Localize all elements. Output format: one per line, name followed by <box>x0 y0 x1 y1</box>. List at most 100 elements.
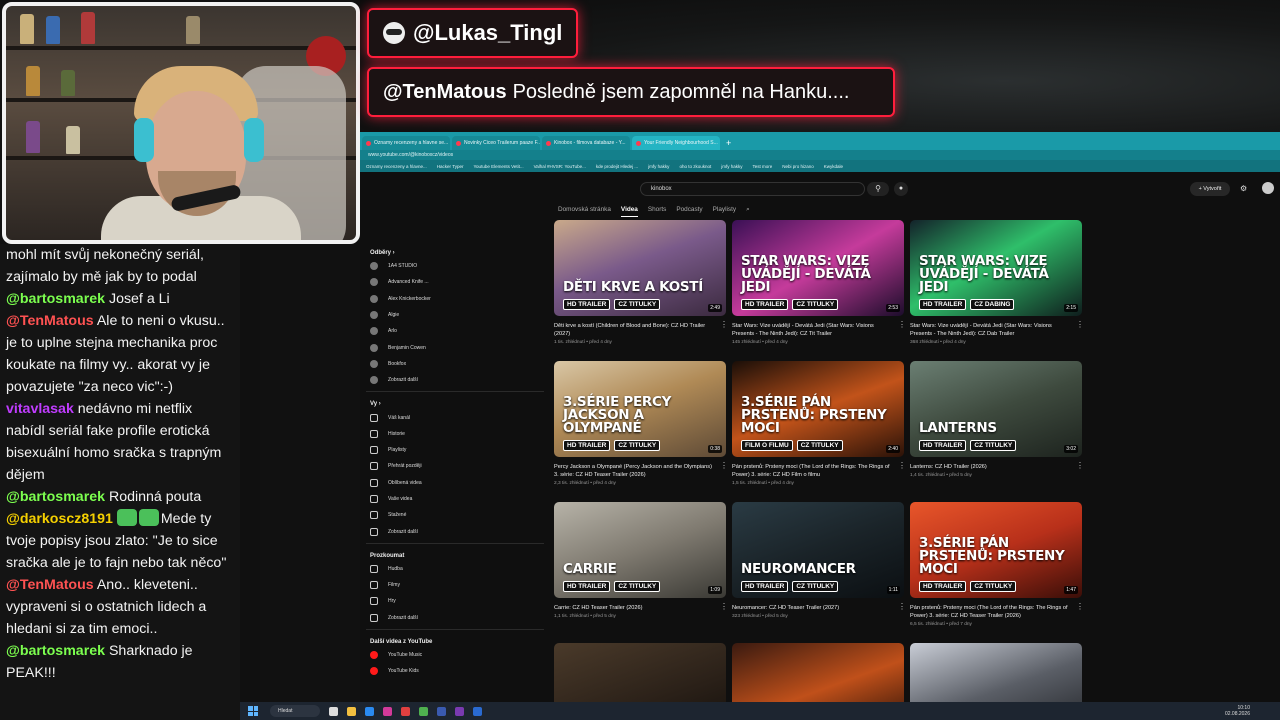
more-options-icon[interactable]: ⋮ <box>720 461 728 470</box>
tab-domovskstrnka[interactable]: Domovská stránka <box>558 206 611 217</box>
app-icon[interactable] <box>401 706 410 716</box>
bookmark-item[interactable]: Kwykdale <box>824 164 843 169</box>
sidebar-item[interactable]: YouTube Kids <box>360 663 550 679</box>
video-title[interactable]: Lanterns: CZ HD Trailer (2026) <box>910 463 1070 471</box>
video-card[interactable] <box>732 643 904 702</box>
video-thumbnail[interactable]: 3.SÉRIE PÁN PRSTENŮ: PRSTENY MOCI HD TRAI… <box>910 502 1082 598</box>
browser-tab[interactable]: Novinky Ciceo Trailerum paaze F... <box>452 136 540 150</box>
video-thumbnail[interactable]: 3.SÉRIE PÁN PRSTENŮ: PRSTENY MOCI FILM O … <box>732 361 904 457</box>
video-title[interactable]: Carrie: CZ HD Teaser Trailer (2026) <box>554 604 714 612</box>
search-button[interactable]: ⚲ <box>867 182 889 196</box>
video-thumbnail[interactable]: EBENEZER: <box>910 643 1082 702</box>
windows-start-icon[interactable] <box>248 706 258 716</box>
sidebar-section-heading[interactable]: Odběry › <box>360 244 550 258</box>
sidebar-item[interactable]: Zobrazit další <box>360 372 550 388</box>
bookmark-item[interactable]: Valhal #HVSR: YouTube... <box>534 164 586 169</box>
video-thumbnail[interactable]: STAR WARS: VIZE UVÁDĚJÍ - DEVÁTÁ JEDI HD … <box>732 220 904 316</box>
bookmark-item[interactable]: kde prodejit Hledej ... <box>596 164 638 169</box>
video-card[interactable]: 3.SÉRIE PERCY JACKSON A OLYMPANÉ HD TRAIL… <box>554 361 728 486</box>
bookmark-item[interactable]: jmfy hakky <box>648 164 669 169</box>
browser-tab[interactable]: Kinobox - filmova databaze - Y... <box>542 136 630 150</box>
video-title[interactable]: Děti krve a kostí (Children of Blood and… <box>554 322 714 338</box>
chat-username[interactable]: @TenMatous <box>6 313 94 329</box>
sidebar-item[interactable]: Arlo <box>360 323 550 339</box>
account-avatar[interactable] <box>1262 182 1274 194</box>
search-input[interactable]: kinobox <box>640 182 865 196</box>
sidebar-section-heading[interactable]: Další videa z YouTube <box>360 633 550 647</box>
sidebar-item[interactable]: Vaše videa <box>360 491 550 507</box>
more-options-icon[interactable]: ⋮ <box>720 320 728 329</box>
video-thumbnail[interactable]: LANTERNS HD TRAILER CZ TITULKY 3:02 <box>910 361 1082 457</box>
new-tab-button[interactable]: + <box>726 136 731 150</box>
video-card[interactable]: STAR WARS: VIZE UVÁDĚJÍ - DEVÁTÁ JEDI HD … <box>732 220 906 345</box>
sidebar-section-heading[interactable]: Prozkoumat <box>360 547 550 561</box>
video-thumbnail[interactable]: 3.SÉRIE PERCY JACKSON A OLYMPANÉ HD TRAIL… <box>554 361 726 457</box>
chat-username[interactable]: vitavlasak <box>6 401 74 417</box>
voice-search-icon[interactable]: ● <box>894 182 908 196</box>
tab-shorts[interactable]: Shorts <box>648 206 666 217</box>
more-options-icon[interactable]: ⋮ <box>720 602 728 611</box>
chat-username[interactable]: @bartosmarek <box>6 643 105 659</box>
taskbar-search[interactable]: Hledat <box>270 705 320 717</box>
tab-playlisty[interactable]: Playlisty <box>713 206 736 217</box>
video-card[interactable]: 3.SÉRIE PÁN PRSTENŮ: PRSTENY MOCI FILM O … <box>732 361 906 486</box>
video-card[interactable] <box>554 643 726 702</box>
video-thumbnail[interactable]: CARRIE HD TRAILER CZ TITULKY 1:09 <box>554 502 726 598</box>
tab-podcasty[interactable]: Podcasty <box>676 206 702 217</box>
bookmark-item[interactable]: Oznamy recenzeny a hlavne... <box>366 164 427 169</box>
chrome-icon[interactable] <box>419 706 428 716</box>
video-card[interactable]: 3.SÉRIE PÁN PRSTENŮ: PRSTENY MOCI HD TRAI… <box>910 502 1084 627</box>
sidebar-item[interactable]: Hry <box>360 593 550 609</box>
sidebar-item[interactable]: Bookfox <box>360 356 550 372</box>
app-icon[interactable] <box>383 706 392 716</box>
sidebar-item[interactable]: Alex Knickerbocker <box>360 291 550 307</box>
channel-search-icon[interactable]: ⌕ <box>746 206 750 217</box>
more-options-icon[interactable]: ⋮ <box>898 602 906 611</box>
app-icon[interactable] <box>455 706 464 716</box>
video-thumbnail[interactable]: DĚTI KRVE A KOSTÍ HD TRAILER CZ TITULKY 2:4… <box>554 220 726 316</box>
video-thumbnail[interactable] <box>732 643 904 702</box>
sidebar-item[interactable]: YouTube Music <box>360 647 550 663</box>
video-card[interactable]: LANTERNS HD TRAILER CZ TITULKY 3:02 Lanterns… <box>910 361 1084 478</box>
sidebar-item[interactable]: Hudba <box>360 561 550 577</box>
video-title[interactable]: Neuromancer: CZ HD Teaser Trailer (2027) <box>732 604 892 612</box>
video-card[interactable]: DĚTI KRVE A KOSTÍ HD TRAILER CZ TITULKY 2:4… <box>554 220 728 345</box>
sidebar-item[interactable]: Stažené <box>360 507 550 523</box>
chat-username[interactable]: @bartosmarek <box>6 291 105 307</box>
sidebar-item[interactable]: Algie <box>360 307 550 323</box>
app-icon[interactable] <box>437 706 446 716</box>
sidebar-item[interactable]: Přehrát později <box>360 458 550 474</box>
chat-username[interactable]: @TenMatous <box>6 577 94 593</box>
bookmark-item[interactable]: jmfy hakky <box>721 164 742 169</box>
more-options-icon[interactable]: ⋮ <box>1076 320 1084 329</box>
video-title[interactable]: Pán prstenů: Prsteny moci (The Lord of t… <box>910 604 1070 620</box>
sidebar-item[interactable]: Zobrazit další <box>360 523 550 539</box>
video-card[interactable]: CARRIE HD TRAILER CZ TITULKY 1:09 Carrie: CZ… <box>554 502 728 619</box>
bookmark-item[interactable]: oho to zkouknot <box>679 164 711 169</box>
sidebar-item[interactable]: Advanced Knife ... <box>360 274 550 290</box>
video-card[interactable]: NEUROMANCER HD TRAILER CZ TITULKY 1:11 Neuro… <box>732 502 906 619</box>
explorer-icon[interactable] <box>347 706 356 716</box>
sidebar-item[interactable]: Zobrazit další <box>360 610 550 626</box>
address-bar[interactable]: www.youtube.com/@kinoboxcz/videos <box>360 150 1280 160</box>
tab-videa[interactable]: Videa <box>620 206 638 217</box>
sidebar-section-heading[interactable]: Vy › <box>360 395 550 409</box>
bookmark-item[interactable]: Hacker Typer <box>437 164 464 169</box>
video-card[interactable]: STAR WARS: VIZE UVÁDĚJÍ - DEVÁTÁ JEDI HD … <box>910 220 1084 345</box>
bookmark-item[interactable]: Test more <box>752 164 772 169</box>
edge-icon[interactable] <box>365 706 374 716</box>
sidebar-item[interactable]: Filmy <box>360 577 550 593</box>
chat-username[interactable]: @darkoscz8191 <box>6 511 113 527</box>
more-options-icon[interactable]: ⋮ <box>1076 602 1084 611</box>
video-title[interactable]: Pán prstenů: Prsteny moci (The Lord of t… <box>732 463 892 479</box>
more-options-icon[interactable]: ⋮ <box>898 461 906 470</box>
sidebar-item[interactable]: Benjamin Cowen <box>360 339 550 355</box>
sidebar-item[interactable]: Váš kanál <box>360 409 550 425</box>
more-options-icon[interactable]: ⋮ <box>1076 461 1084 470</box>
sidebar-item[interactable]: Playlisty <box>360 442 550 458</box>
sidebar-item[interactable]: Oblíbená videa <box>360 475 550 491</box>
chat-username[interactable]: @bartosmarek <box>6 489 105 505</box>
video-card[interactable]: EBENEZER: <box>910 643 1082 702</box>
sidebar-item[interactable]: 1A4 STUDIO <box>360 258 550 274</box>
more-options-icon[interactable]: ⋮ <box>898 320 906 329</box>
